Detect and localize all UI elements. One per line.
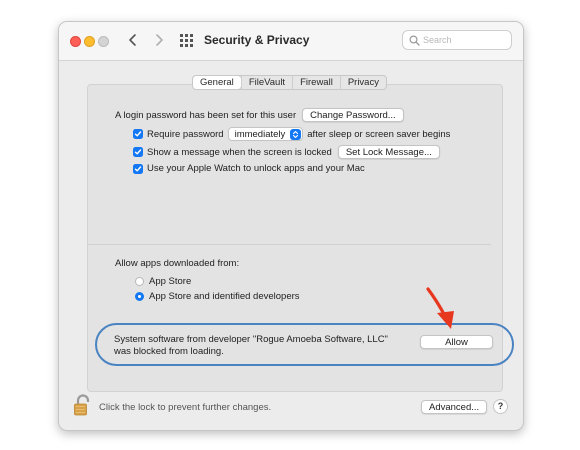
login-password-row: A login password has been set for this u… xyxy=(115,108,404,122)
radio-app-store[interactable] xyxy=(135,277,144,286)
help-button[interactable]: ? xyxy=(493,399,508,414)
tab-general[interactable]: General xyxy=(193,76,241,89)
lock-icon[interactable] xyxy=(73,394,93,416)
title-bar: Security & Privacy xyxy=(59,22,523,61)
tab-filevault[interactable]: FileVault xyxy=(240,76,292,89)
search-field[interactable] xyxy=(402,30,512,50)
radio-identified-developers[interactable] xyxy=(135,292,144,301)
forward-button[interactable] xyxy=(151,31,167,49)
allow-apps-heading-text: Allow apps downloaded from: xyxy=(115,258,240,269)
radio-identified-developers-row[interactable]: App Store and identified developers xyxy=(135,291,300,302)
checkmark-icon xyxy=(134,131,142,137)
change-password-button[interactable]: Change Password... xyxy=(302,108,404,122)
require-password-delay-select[interactable]: immediately xyxy=(227,127,304,141)
advanced-button[interactable]: Advanced... xyxy=(421,400,488,414)
search-icon xyxy=(409,35,420,46)
checkmark-icon xyxy=(134,165,142,171)
apple-watch-row: Use your Apple Watch to unlock apps and … xyxy=(133,163,365,174)
chevron-right-icon xyxy=(156,34,163,46)
zoom-window-button[interactable] xyxy=(98,36,109,47)
tab-privacy[interactable]: Privacy xyxy=(339,76,386,89)
security-privacy-window: Security & Privacy General FileVault Fir… xyxy=(58,21,524,431)
tab-bar: General FileVault Firewall Privacy xyxy=(192,75,387,90)
require-password-suffix: after sleep or screen saver begins xyxy=(307,128,451,140)
chevron-up-down-icon xyxy=(290,128,302,140)
back-button[interactable] xyxy=(125,31,141,49)
login-password-text: A login password has been set for this u… xyxy=(115,109,297,121)
require-password-label: Require password xyxy=(147,128,224,140)
show-message-row: Show a message when the screen is locked… xyxy=(133,145,440,159)
require-password-row: Require password immediately after sleep… xyxy=(133,127,450,141)
grid-icon xyxy=(180,34,193,47)
close-window-button[interactable] xyxy=(70,36,81,47)
minimize-window-button[interactable] xyxy=(84,36,95,47)
chevron-left-icon xyxy=(129,34,136,46)
search-input[interactable] xyxy=(423,33,507,47)
require-password-delay-value: immediately xyxy=(234,128,286,140)
radio-identified-developers-label: App Store and identified developers xyxy=(149,291,300,302)
apple-watch-checkbox[interactable] xyxy=(133,163,143,174)
section-divider xyxy=(87,244,491,245)
show-message-checkbox[interactable] xyxy=(133,147,143,157)
set-lock-message-button[interactable]: Set Lock Message... xyxy=(337,145,440,159)
allow-apps-heading: Allow apps downloaded from: xyxy=(115,258,239,269)
lock-status-text: Click the lock to prevent further change… xyxy=(99,402,272,413)
annotation-arrow-icon xyxy=(426,287,454,329)
radio-app-store-label: App Store xyxy=(149,276,192,287)
window-title: Security & Privacy xyxy=(204,33,310,47)
require-password-checkbox[interactable] xyxy=(133,129,143,139)
tab-firewall[interactable]: Firewall xyxy=(292,76,340,89)
apple-watch-label: Use your Apple Watch to unlock apps and … xyxy=(147,163,365,174)
show-message-label: Show a message when the screen is locked xyxy=(147,146,332,158)
checkmark-icon xyxy=(134,149,142,155)
radio-app-store-row[interactable]: App Store xyxy=(135,276,191,287)
show-all-button[interactable] xyxy=(180,34,194,48)
